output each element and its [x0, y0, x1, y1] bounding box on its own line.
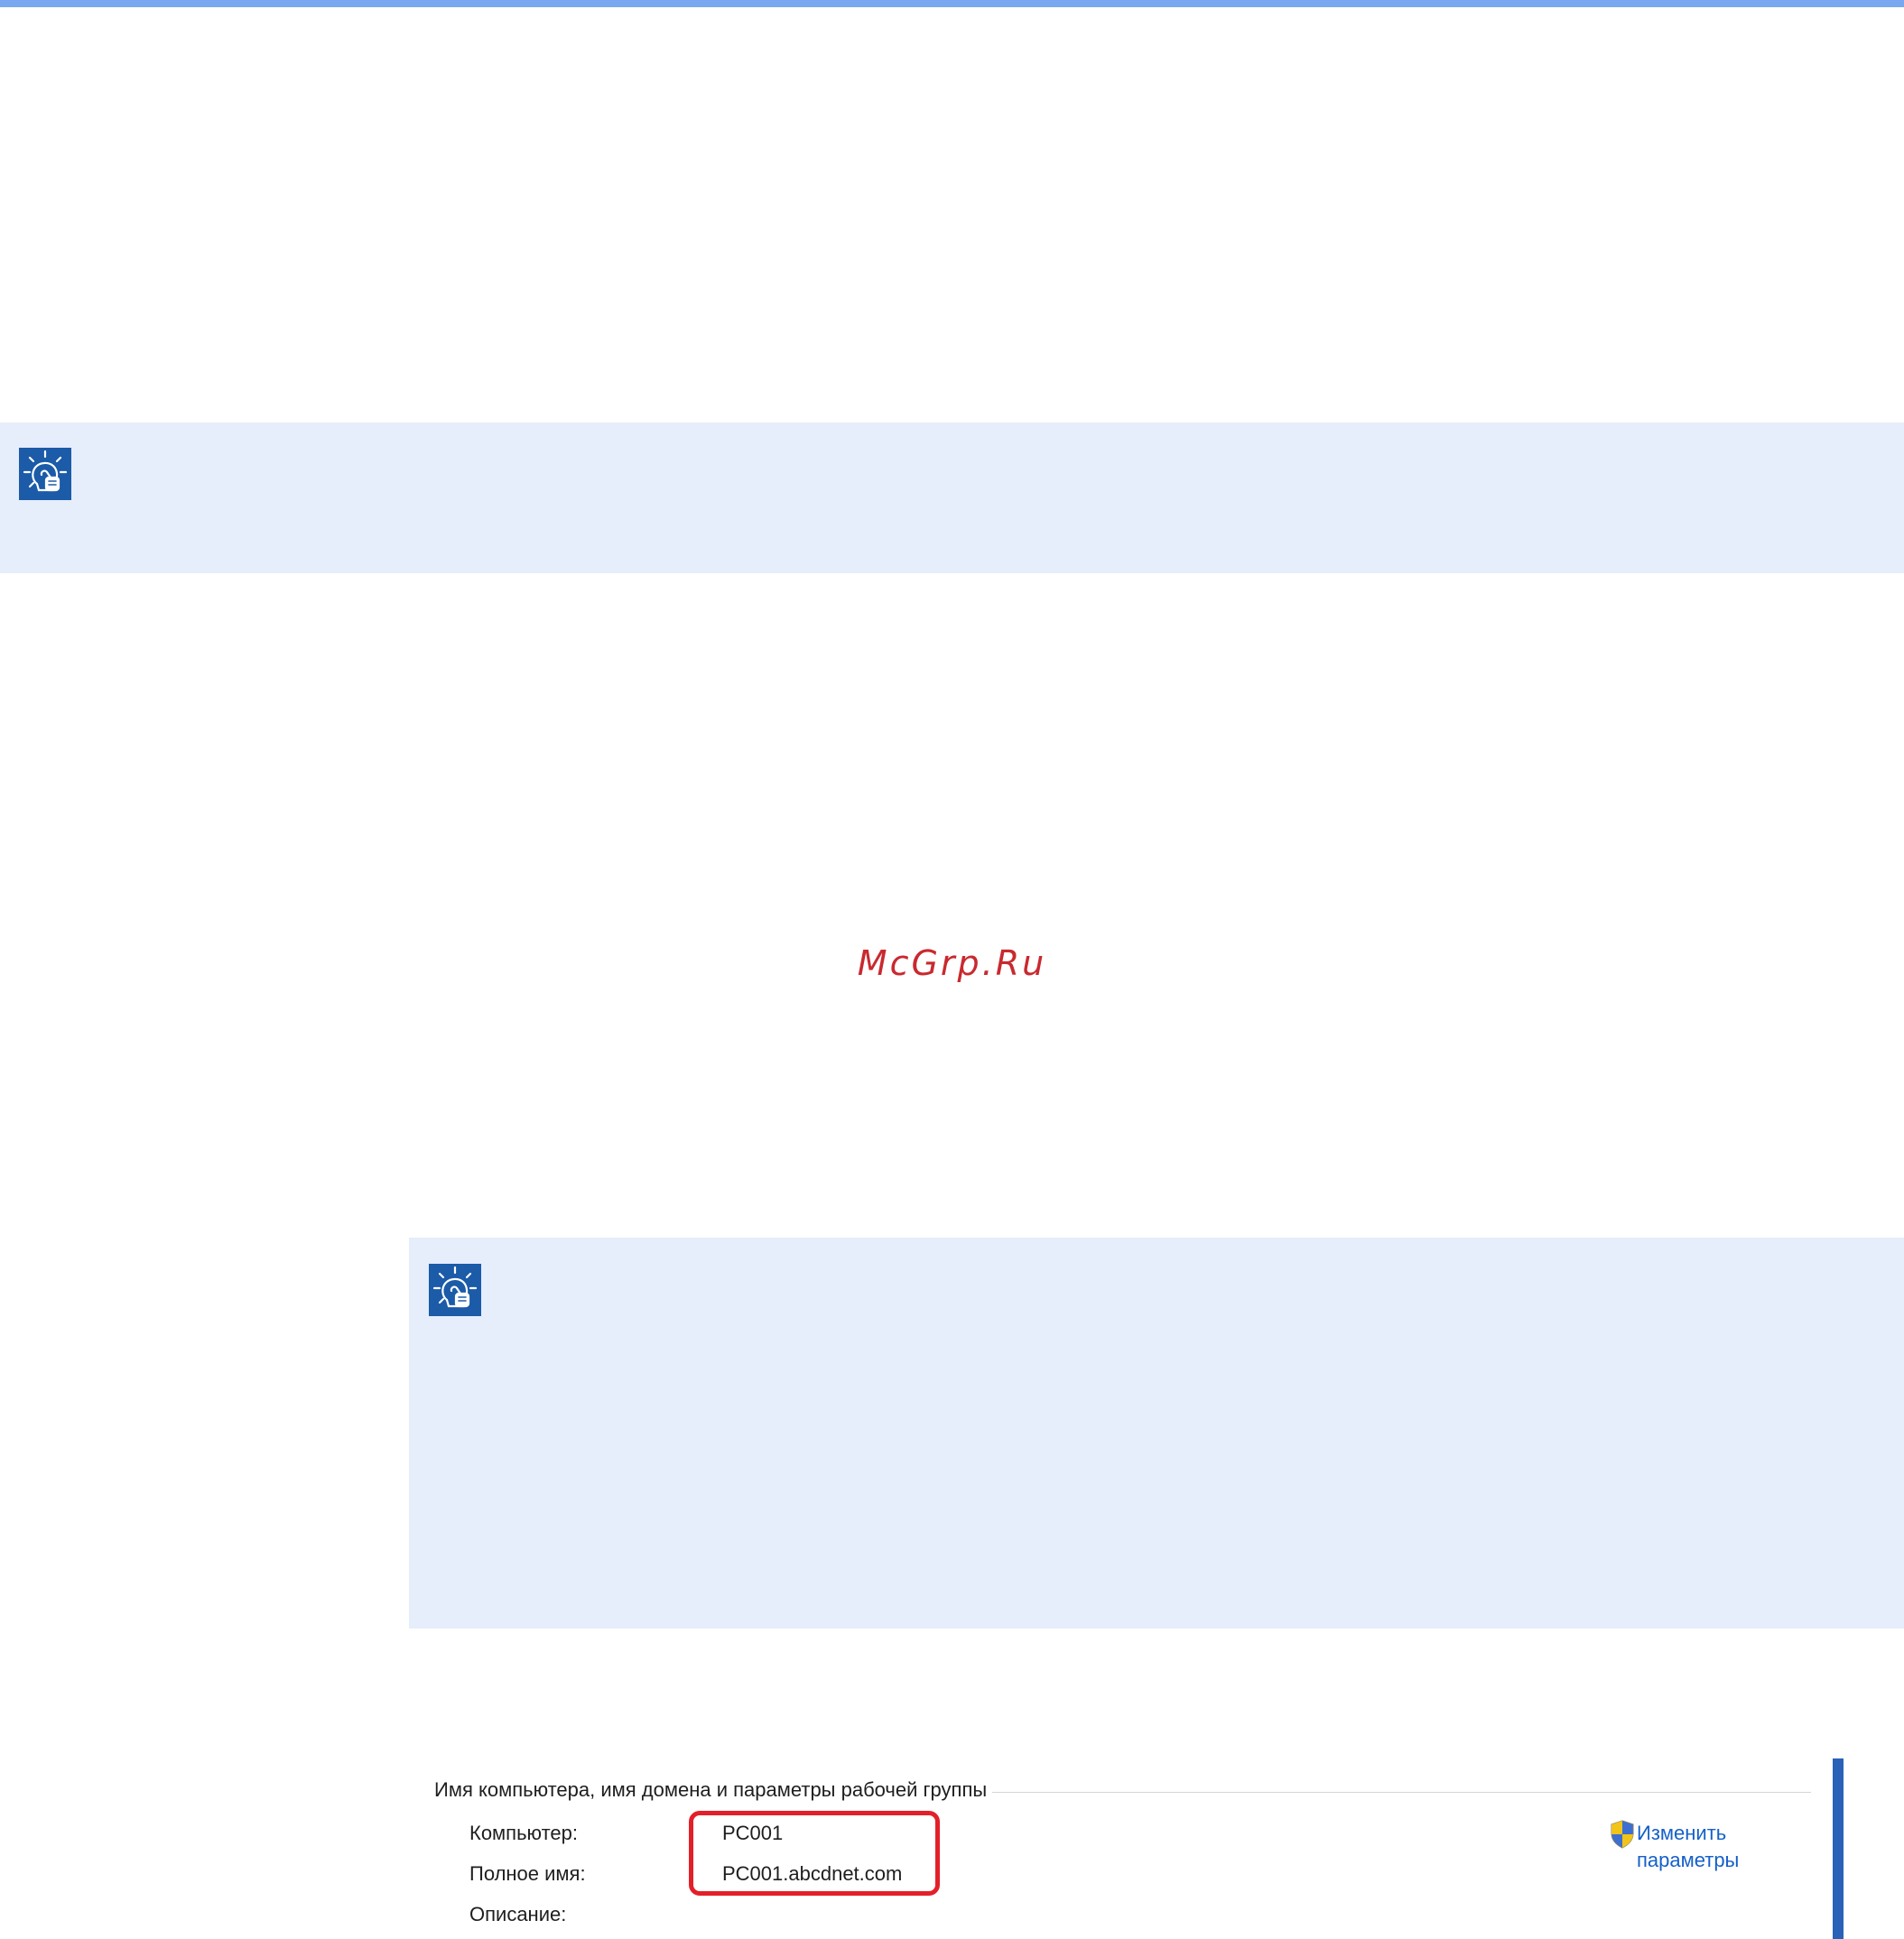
note-box-2 — [409, 1238, 1904, 1628]
lightbulb-hint-icon — [19, 448, 71, 500]
full-name-label: Полное имя: — [469, 1862, 586, 1885]
change-settings-link-line2[interactable]: параметры — [1610, 1847, 1790, 1874]
highlight-frame — [689, 1811, 940, 1896]
watermark: McGrp.Ru — [857, 943, 1047, 983]
lightbulb-hint-icon — [429, 1264, 481, 1316]
description-label: Описание: — [469, 1903, 567, 1925]
top-rule — [0, 0, 1904, 7]
group-title: Имя компьютера, имя домена и параметры р… — [434, 1778, 993, 1802]
system-properties-panel: Имя компьютера, имя домена и параметры р… — [409, 1751, 1904, 1939]
computer-label: Компьютер: — [469, 1822, 578, 1844]
change-settings-link[interactable]: Изменить параметры — [1610, 1820, 1790, 1874]
change-settings-link-line1[interactable]: Изменить — [1610, 1820, 1790, 1847]
note-box-1 — [0, 422, 1904, 573]
window-edge-bar — [1833, 1758, 1844, 1939]
